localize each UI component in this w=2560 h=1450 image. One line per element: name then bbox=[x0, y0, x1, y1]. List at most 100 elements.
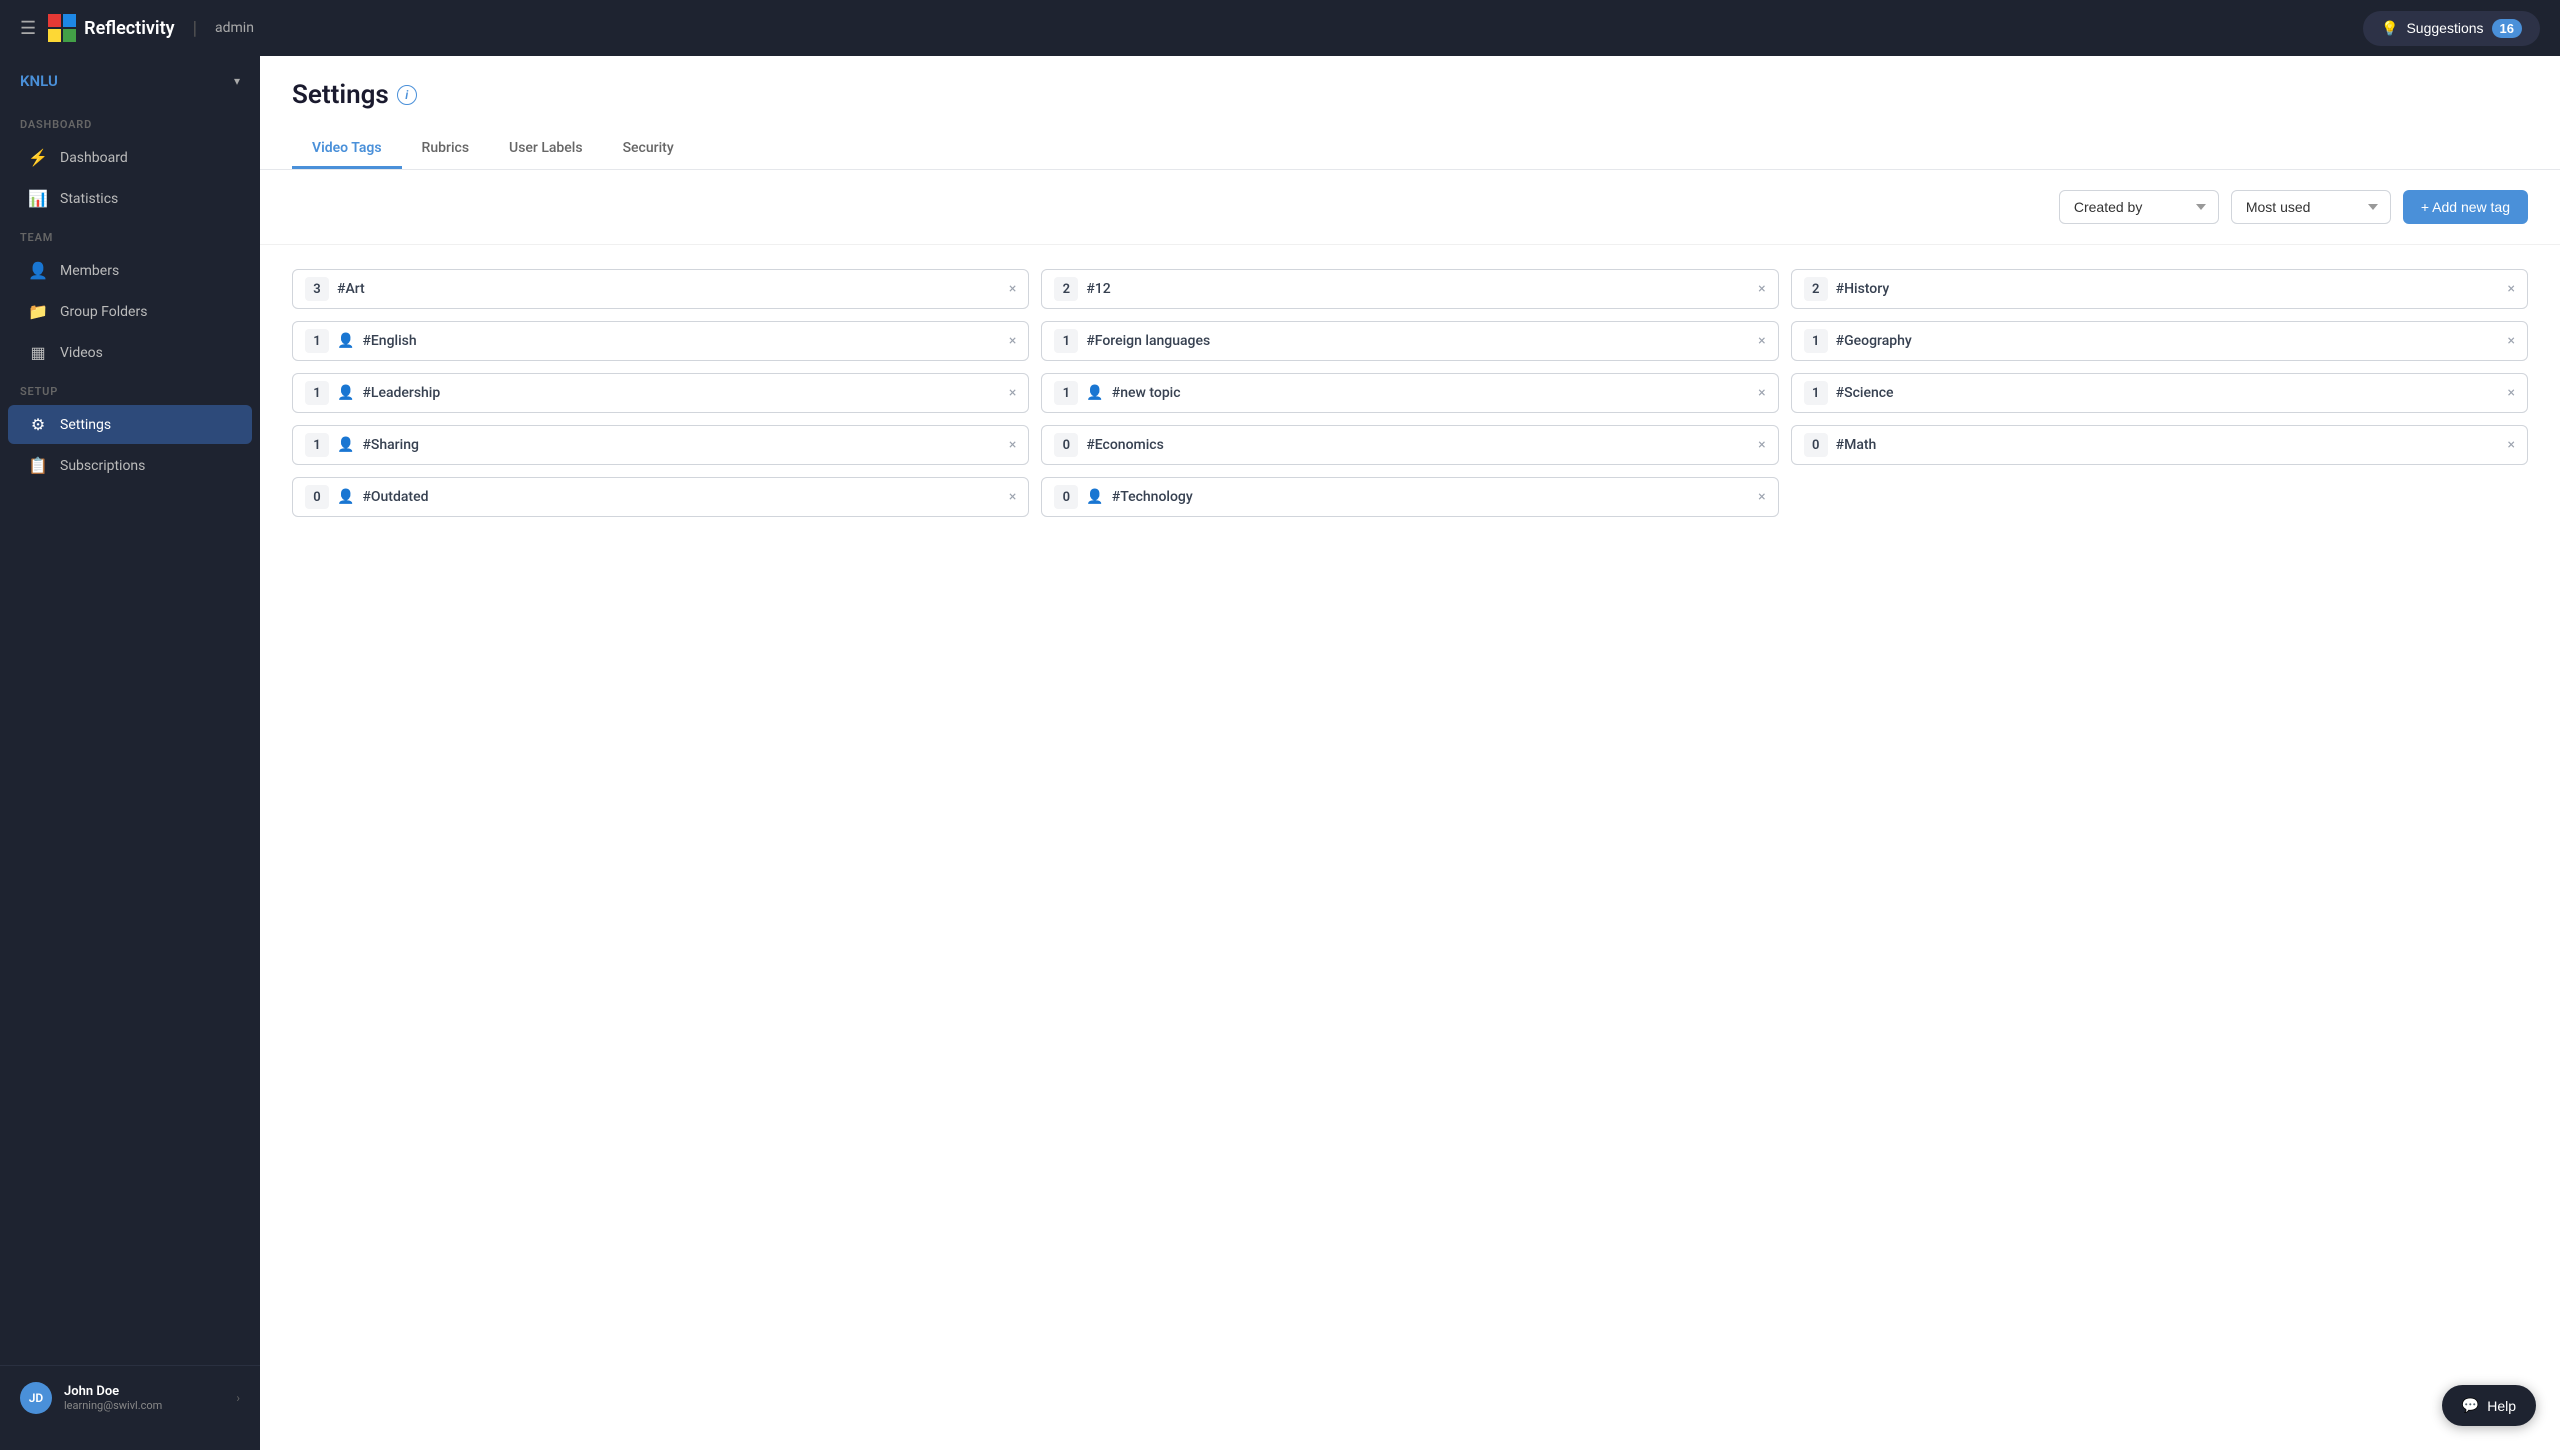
logo-icon bbox=[48, 14, 76, 42]
tag-remove-button[interactable]: × bbox=[1009, 438, 1016, 452]
tag-name: #Outdated bbox=[362, 489, 1000, 505]
user-tag-icon: 👤 bbox=[1086, 489, 1103, 505]
toolbar: Created by Me Others Most used Least use… bbox=[260, 170, 2560, 245]
tag-count: 1 bbox=[1804, 381, 1828, 405]
sidebar-item-settings[interactable]: ⚙ Settings bbox=[8, 405, 252, 444]
tag-remove-button[interactable]: × bbox=[1009, 490, 1016, 504]
topnav-right: 💡 Suggestions 16 bbox=[2363, 11, 2540, 46]
statistics-icon: 📊 bbox=[28, 189, 48, 208]
tag-remove-button[interactable]: × bbox=[1758, 438, 1765, 452]
folder-icon: 📁 bbox=[28, 302, 48, 321]
tab-security[interactable]: Security bbox=[603, 130, 694, 169]
sidebar-item-label: Statistics bbox=[60, 191, 118, 207]
user-tag-icon: 👤 bbox=[337, 333, 354, 349]
nav-divider: | bbox=[193, 18, 197, 39]
suggestions-label: Suggestions bbox=[2406, 20, 2483, 36]
sidebar-item-members[interactable]: 👤 Members bbox=[8, 251, 252, 290]
tag-item: 3 #Art × bbox=[292, 269, 1029, 309]
tag-remove-button[interactable]: × bbox=[1758, 282, 1765, 296]
layout: KNLU ▾ DASHBOARD ⚡ Dashboard 📊 Statistic… bbox=[0, 56, 2560, 1450]
tag-name: #Leadership bbox=[362, 385, 1000, 401]
tag-name: #Foreign languages bbox=[1086, 333, 1750, 349]
sidebar-item-label: Members bbox=[60, 263, 119, 279]
tag-count: 0 bbox=[1804, 433, 1828, 457]
created-by-filter[interactable]: Created by Me Others bbox=[2059, 190, 2219, 224]
tag-count: 0 bbox=[305, 485, 329, 509]
sidebar: KNLU ▾ DASHBOARD ⚡ Dashboard 📊 Statistic… bbox=[0, 56, 260, 1450]
tab-rubrics[interactable]: Rubrics bbox=[402, 130, 490, 169]
section-label-setup: SETUP bbox=[0, 373, 260, 404]
tag-remove-button[interactable]: × bbox=[1758, 386, 1765, 400]
tag-name: #Math bbox=[1836, 437, 2500, 453]
sidebar-item-label: Settings bbox=[60, 417, 111, 433]
sidebar-item-dashboard[interactable]: ⚡ Dashboard bbox=[8, 138, 252, 177]
tag-item: 0 #Economics × bbox=[1041, 425, 1778, 465]
tag-remove-button[interactable]: × bbox=[2508, 438, 2515, 452]
help-label: Help bbox=[2487, 1398, 2516, 1414]
add-new-tag-button[interactable]: + Add new tag bbox=[2403, 190, 2528, 224]
tag-name: #new topic bbox=[1112, 385, 1750, 401]
sidebar-item-subscriptions[interactable]: 📋 Subscriptions bbox=[8, 446, 252, 485]
tag-item: 1 #Science × bbox=[1791, 373, 2528, 413]
subscriptions-icon: 📋 bbox=[28, 456, 48, 475]
user-tag-icon: 👤 bbox=[1086, 385, 1103, 401]
tag-name: #Economics bbox=[1086, 437, 1750, 453]
org-selector[interactable]: KNLU ▾ bbox=[0, 56, 260, 106]
tag-item: 0👤#Technology× bbox=[1041, 477, 1778, 517]
tag-remove-button[interactable]: × bbox=[2508, 282, 2515, 296]
tag-item: 2#History× bbox=[1791, 269, 2528, 309]
tag-remove-button[interactable]: × bbox=[1758, 334, 1765, 348]
sidebar-item-label: Dashboard bbox=[60, 150, 128, 166]
user-name: John Doe bbox=[64, 1384, 224, 1399]
tab-user-labels[interactable]: User Labels bbox=[489, 130, 603, 169]
tag-count: 3 bbox=[305, 277, 329, 301]
section-label-dashboard: DASHBOARD bbox=[0, 106, 260, 137]
tag-remove-button[interactable]: × bbox=[1009, 386, 1016, 400]
chevron-down-icon: ▾ bbox=[234, 74, 240, 88]
videos-icon: ▦ bbox=[28, 343, 48, 362]
tag-count: 2 bbox=[1804, 277, 1828, 301]
info-icon[interactable]: i bbox=[397, 85, 417, 105]
lightbulb-icon: 💡 bbox=[2381, 20, 2398, 37]
tag-remove-button[interactable]: × bbox=[1009, 334, 1016, 348]
tag-remove-button[interactable]: × bbox=[2508, 386, 2515, 400]
tag-count: 0 bbox=[1054, 433, 1078, 457]
sidebar-item-videos[interactable]: ▦ Videos bbox=[8, 333, 252, 372]
tag-name: #Science bbox=[1836, 385, 2500, 401]
settings-icon: ⚙ bbox=[28, 415, 48, 434]
hamburger-icon[interactable]: ☰ bbox=[20, 18, 36, 39]
members-icon: 👤 bbox=[28, 261, 48, 280]
arrow-right-icon: › bbox=[236, 1391, 240, 1405]
avatar: JD bbox=[20, 1382, 52, 1414]
tag-name: #Geography bbox=[1836, 333, 2500, 349]
tag-item: 0👤#Outdated× bbox=[292, 477, 1029, 517]
tag-remove-button[interactable]: × bbox=[2508, 334, 2515, 348]
sidebar-item-label: Group Folders bbox=[60, 304, 147, 320]
tag-item: 1#Geography× bbox=[1791, 321, 2528, 361]
user-profile[interactable]: JD John Doe learning@swivl.com › bbox=[0, 1365, 260, 1430]
tag-remove-button[interactable]: × bbox=[1009, 282, 1016, 296]
tag-count: 1 bbox=[1054, 381, 1078, 405]
user-email: learning@swivl.com bbox=[64, 1399, 224, 1412]
suggestions-button[interactable]: 💡 Suggestions 16 bbox=[2363, 11, 2540, 46]
chat-icon: 💬 bbox=[2462, 1397, 2479, 1414]
app-name: Reflectivity bbox=[84, 18, 174, 39]
tag-count: 1 bbox=[305, 381, 329, 405]
tag-count: 1 bbox=[305, 329, 329, 353]
tag-name: #English bbox=[362, 333, 1000, 349]
help-button[interactable]: 💬 Help bbox=[2442, 1385, 2536, 1426]
tag-name: #12 bbox=[1086, 281, 1750, 297]
tag-name: #Sharing bbox=[362, 437, 1000, 453]
sidebar-item-group-folders[interactable]: 📁 Group Folders bbox=[8, 292, 252, 331]
logo: Reflectivity bbox=[48, 14, 174, 42]
tag-remove-button[interactable]: × bbox=[1758, 490, 1765, 504]
settings-header: Settings i Video Tags Rubrics User Label… bbox=[260, 56, 2560, 170]
sort-filter[interactable]: Most used Least used Alphabetical bbox=[2231, 190, 2391, 224]
tab-video-tags[interactable]: Video Tags bbox=[292, 130, 402, 169]
tag-name: #Art bbox=[337, 281, 1001, 297]
tag-count: 1 bbox=[1054, 329, 1078, 353]
sidebar-item-statistics[interactable]: 📊 Statistics bbox=[8, 179, 252, 218]
main-content: Settings i Video Tags Rubrics User Label… bbox=[260, 56, 2560, 1450]
tag-count: 1 bbox=[305, 433, 329, 457]
tag-item: 1👤#Sharing× bbox=[292, 425, 1029, 465]
